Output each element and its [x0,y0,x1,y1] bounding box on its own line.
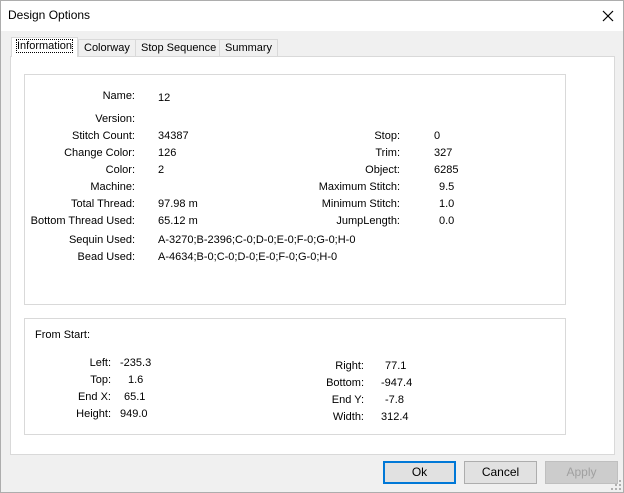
sequin-used-label: Sequin Used: [68,234,135,246]
top-value: 1.6 [128,374,144,386]
sequin-used-value: A-3270;B-2396;C-0;D-0;E-0;F-0;G-0;H-0 [158,234,356,246]
apply-button[interactable]: Apply [545,461,618,484]
right-label: Right: [335,360,364,372]
change-color-label: Change Color: [64,147,135,159]
total-thread-label: Total Thread: [70,198,135,210]
machine-label: Machine: [90,181,135,193]
color-label: Color: [105,164,135,176]
end-y-label: End Y: [331,394,364,406]
maximum-stitch-label: Maximum Stitch: [318,181,400,193]
design-options-dialog: Design Options Information Colorway Stop… [0,0,624,493]
end-x-label: End X: [77,391,111,403]
left-label: Left: [89,357,111,369]
title-bar: Design Options [1,1,623,31]
from-start-heading: From Start: [35,329,91,341]
name-label: Name: [102,90,135,102]
tab-stop-sequence-label: Stop Sequence [141,42,217,54]
stitch-count-label: Stitch Count: [72,130,135,142]
tab-summary[interactable]: Summary [219,39,279,56]
top-label: Top: [90,374,111,386]
jump-length-label: JumpLength: [336,215,400,227]
window-title: Design Options [8,8,91,22]
design-info-group: Name: 12 Version: Stitch Count: 34387 Ch… [24,74,566,305]
end-x-value: 65.1 [124,391,146,403]
end-y-value: -7.8 [385,394,404,406]
right-value: 77.1 [385,360,407,372]
trim-value: 327 [434,147,453,159]
ok-button[interactable]: Ok [383,461,456,484]
width-value: 312.4 [381,411,409,423]
bottom-thread-value: 65.12 m [158,215,198,227]
width-label: Width: [332,411,364,423]
bottom-value: -947.4 [381,377,413,389]
stop-value: 0 [434,130,441,142]
tab-summary-label: Summary [225,42,273,54]
cancel-button[interactable]: Cancel [464,461,537,484]
maximum-stitch-value: 9.5 [439,181,455,193]
height-label: Height: [76,408,111,420]
tab-information[interactable]: Information [11,37,79,57]
object-value: 6285 [434,164,459,176]
stitch-count-value: 34387 [158,130,189,142]
bead-used-value: A-4634;B-0;C-0;D-0;E-0;F-0;G-0;H-0 [158,251,338,263]
left-value: -235.3 [120,357,152,369]
bottom-thread-label: Bottom Thread Used: [30,215,135,227]
resize-grip-icon[interactable] [611,480,621,490]
information-panel: Name: 12 Version: Stitch Count: 34387 Ch… [10,56,615,455]
trim-label: Trim: [375,147,400,159]
change-color-value: 126 [158,147,177,159]
close-icon [602,10,614,22]
minimum-stitch-label: Minimum Stitch: [321,198,400,210]
color-value: 2 [158,164,165,176]
height-value: 949.0 [120,408,148,420]
stop-label: Stop: [374,130,400,142]
minimum-stitch-value: 1.0 [439,198,455,210]
bead-used-label: Bead Used: [77,251,135,263]
tab-colorway-label: Colorway [84,42,130,54]
bottom-label: Bottom: [326,377,364,389]
tab-colorway[interactable]: Colorway [78,39,136,56]
name-value: 12 [158,92,171,104]
object-label: Object: [365,164,400,176]
total-thread-value: 97.98 m [158,198,198,210]
from-start-group: From Start: Left: -235.3 Top: 1.6 End X:… [24,318,566,435]
version-label: Version: [95,113,135,125]
tab-information-label: Information [15,39,74,53]
jump-length-value: 0.0 [439,215,455,227]
close-button[interactable] [593,1,623,31]
tab-stop-sequence[interactable]: Stop Sequence [135,39,223,56]
